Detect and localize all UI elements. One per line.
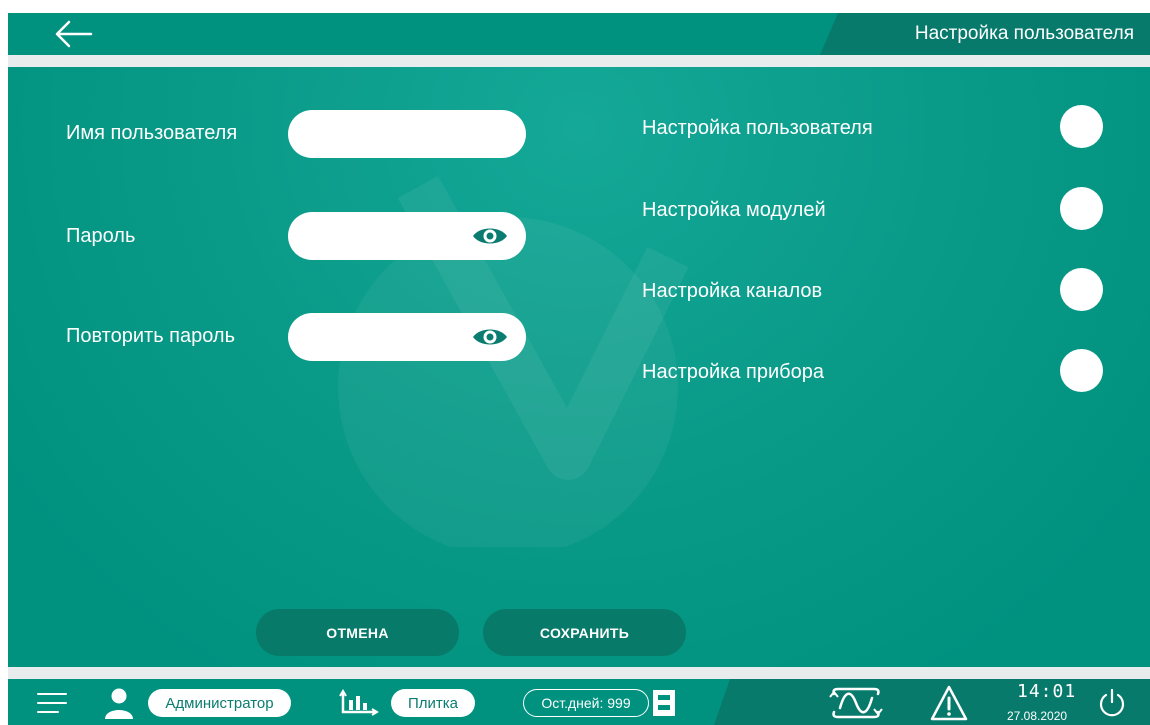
page-title: Настройка пользователя — [914, 23, 1134, 44]
permission-label-module-settings: Настройка модулей — [642, 199, 826, 221]
app-window: Настройка пользователя Имя пользователя … — [8, 13, 1150, 725]
cancel-button[interactable]: ОТМЕНА — [256, 609, 459, 656]
password-visibility-button[interactable] — [470, 222, 510, 250]
eye-icon — [473, 228, 507, 244]
user-button[interactable] — [102, 686, 136, 720]
permission-label-channel-settings: Настройка каналов — [642, 280, 823, 302]
warning-triangle-icon — [930, 685, 968, 721]
eye-icon — [473, 329, 507, 345]
signal-button[interactable] — [828, 685, 884, 721]
power-icon — [1099, 688, 1125, 717]
clock-time: 14:01 — [1017, 681, 1077, 702]
password-input[interactable] — [306, 212, 480, 260]
main-content: Имя пользователя Пароль Повторить пароль — [8, 67, 1150, 667]
user-role-badge[interactable]: Администратор — [148, 689, 291, 717]
permission-label-user-settings: Настройка пользователя — [642, 117, 873, 139]
top-bar: Настройка пользователя — [8, 13, 1150, 55]
view-mode-button[interactable] — [338, 687, 382, 719]
user-icon — [105, 688, 133, 719]
permission-toggle-user-settings[interactable] — [1060, 105, 1103, 148]
bottom-divider — [8, 667, 1150, 679]
password-field[interactable] — [288, 212, 526, 260]
days-left-badge: Ост.дней: 999 — [523, 689, 649, 717]
alarm-button[interactable] — [928, 683, 970, 723]
clock-date: 27.08.2020 — [1007, 709, 1068, 723]
permission-toggle-device-settings[interactable] — [1060, 349, 1103, 392]
username-field[interactable] — [288, 110, 526, 158]
menu-button[interactable] — [36, 687, 68, 719]
signal-wave-icon — [829, 687, 883, 719]
permission-label-device-settings: Настройка прибора — [642, 361, 824, 383]
password-label: Пароль — [66, 225, 136, 247]
arrow-left-icon — [55, 20, 93, 48]
top-divider — [8, 55, 1150, 67]
save-button[interactable]: СОХРАНИТЬ — [483, 609, 686, 656]
username-input[interactable] — [306, 110, 480, 158]
back-button[interactable] — [48, 17, 98, 51]
repeat-password-label: Повторить пароль — [66, 325, 236, 347]
repeat-password-visibility-button[interactable] — [470, 323, 510, 351]
bar-chart-icon — [339, 689, 379, 716]
permission-toggle-module-settings[interactable] — [1060, 187, 1103, 230]
hamburger-menu-icon — [37, 693, 67, 713]
view-mode-badge[interactable]: Плитка — [391, 689, 475, 717]
permission-toggle-channel-settings[interactable] — [1060, 268, 1103, 311]
status-bar: Администратор Плитка Ост.дней: 999 14:01… — [8, 679, 1150, 725]
storage-button[interactable] — [651, 687, 677, 719]
username-label: Имя пользователя — [66, 122, 238, 144]
storage-card-icon — [653, 690, 675, 716]
repeat-password-input[interactable] — [306, 313, 480, 361]
repeat-password-field[interactable] — [288, 313, 526, 361]
power-button[interactable] — [1096, 687, 1128, 719]
